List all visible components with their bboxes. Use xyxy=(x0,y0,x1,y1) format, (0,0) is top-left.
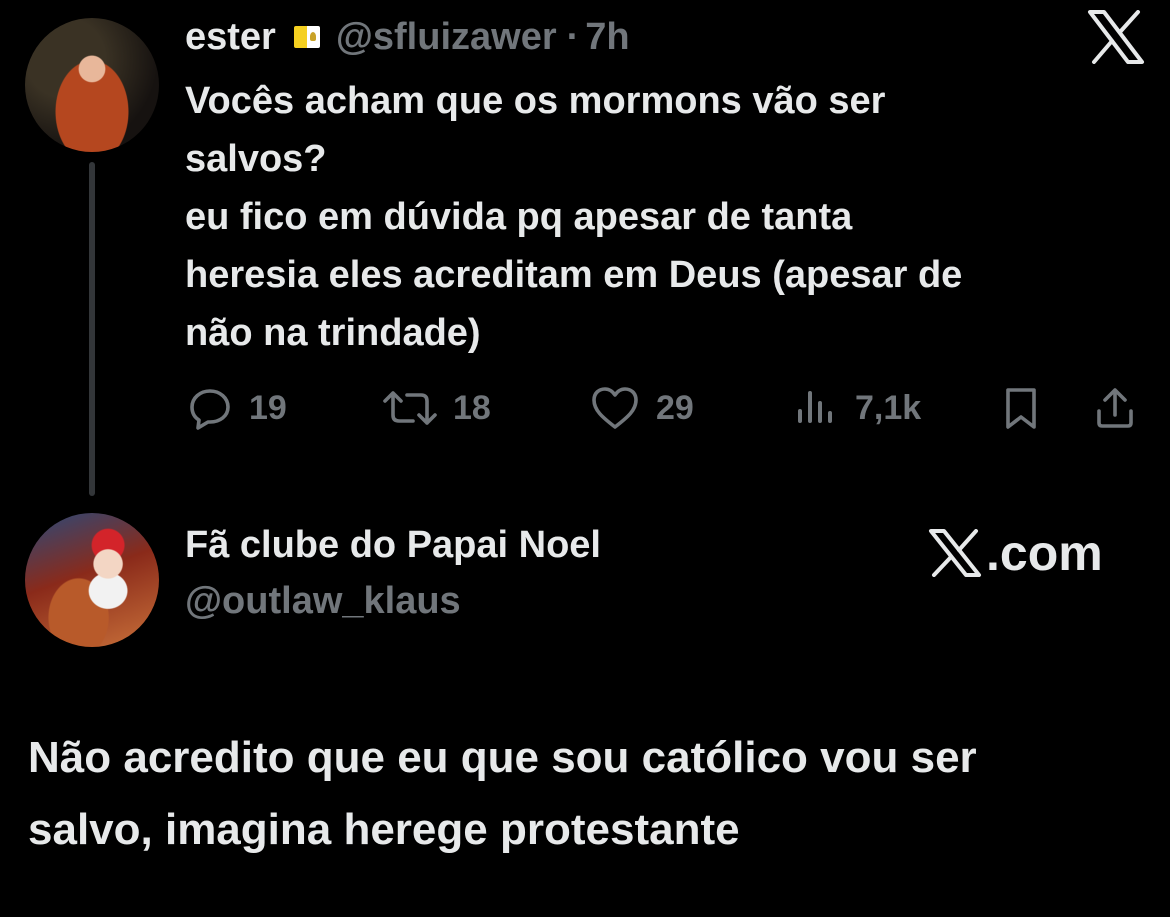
reply-count: 19 xyxy=(249,388,287,427)
tweet-line: salvos? xyxy=(185,138,327,180)
reply-author-handle[interactable]: @outlaw_klaus xyxy=(185,580,461,623)
x-com-brand: .com xyxy=(928,523,1103,583)
bookmark-icon xyxy=(1006,388,1036,429)
reply-line: Não acredito que eu que sou católico vou… xyxy=(28,733,977,782)
tweet-line: heresia eles acreditam em Deus (apesar d… xyxy=(185,254,963,296)
views-icon xyxy=(798,391,832,423)
vatican-flag-icon xyxy=(293,26,320,48)
tweet-time[interactable]: 7h xyxy=(585,16,629,59)
tweet-line: não na trindade) xyxy=(185,312,481,354)
tweet-actions: 19 18 29 7,1k xyxy=(185,380,1145,436)
reply-author-display-name[interactable]: Fã clube do Papai Noel xyxy=(185,524,601,567)
time-separator: · xyxy=(566,15,580,58)
views-count: 7,1k xyxy=(855,388,922,427)
reply-icon xyxy=(190,389,230,430)
reply-button[interactable]: 19 xyxy=(187,380,287,436)
x-logo-icon xyxy=(929,529,981,577)
reply-line: salvo, imagina herege protestante xyxy=(28,805,740,854)
repost-icon xyxy=(383,391,437,425)
tweet-body: Vocês acham que os mormons vão ser salvo… xyxy=(185,72,1145,362)
tweet-line: Vocês acham que os mormons vão ser xyxy=(185,80,886,122)
like-count: 29 xyxy=(656,388,694,427)
tweet-line: eu fico em dúvida pq apesar de tanta xyxy=(185,196,853,238)
author-avatar[interactable] xyxy=(25,18,159,152)
repost-count: 18 xyxy=(453,388,491,427)
tweet-header: ester @sfluizawer · 7h xyxy=(185,12,630,62)
author-handle[interactable]: @sfluizawer xyxy=(336,16,557,59)
reply-body: Não acredito que eu que sou católico vou… xyxy=(28,722,1148,866)
heart-icon xyxy=(592,387,638,429)
repost-button[interactable]: 18 xyxy=(383,380,491,436)
reply-author-avatar[interactable] xyxy=(25,513,159,647)
share-button[interactable] xyxy=(1093,380,1137,436)
bookmark-button[interactable] xyxy=(1000,380,1042,436)
views-button[interactable]: 7,1k xyxy=(795,380,921,436)
author-display-name[interactable]: ester xyxy=(185,16,276,59)
like-button[interactable]: 29 xyxy=(590,380,694,436)
x-com-label: .com xyxy=(986,525,1103,581)
thread-line xyxy=(89,162,95,496)
share-icon xyxy=(1097,388,1133,428)
x-logo-icon xyxy=(1088,10,1144,64)
